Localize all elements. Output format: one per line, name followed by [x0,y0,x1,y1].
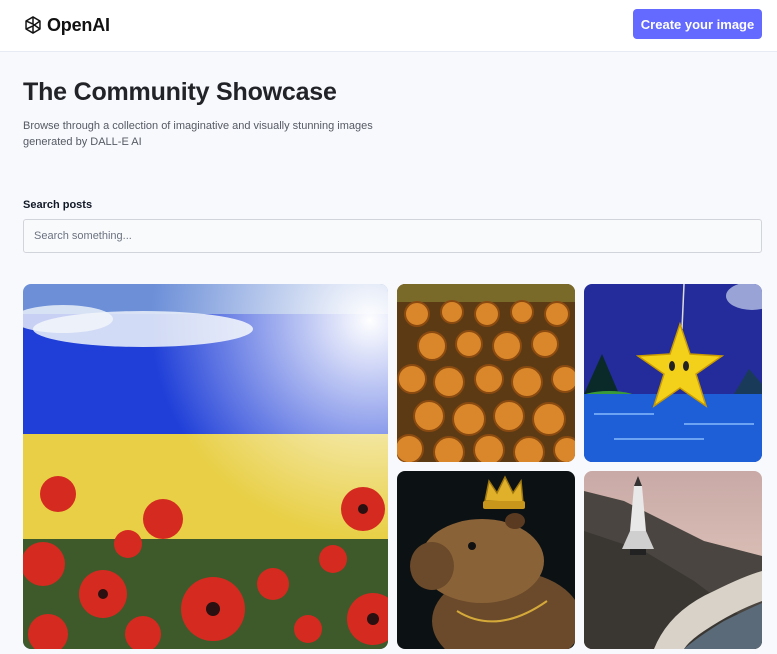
gallery-image-star[interactable] [584,284,762,462]
openai-logo-icon [25,16,41,34]
star-image [584,284,762,462]
flag-poppies-image [23,284,388,649]
page-subtitle: Browse through a collection of imaginati… [23,120,373,148]
search-label: Search posts [23,199,93,211]
search-input[interactable] [23,219,762,253]
openai-logo[interactable]: OpenAI [22,12,110,38]
capybara-image [397,471,575,649]
sunflowers-image [397,284,575,462]
gallery-image-shuttle[interactable] [584,471,762,649]
shuttle-image [584,471,762,649]
create-image-button[interactable]: Create your image [633,9,762,39]
gallery-image-capybara[interactable] [397,471,575,649]
brand-name: OpenAI [47,14,110,35]
page-title: The Community Showcase [23,78,337,106]
gallery-image-flag-poppies[interactable] [23,284,388,649]
top-header: OpenAI Create your image [0,0,777,52]
gallery-image-sunflowers[interactable] [397,284,575,462]
